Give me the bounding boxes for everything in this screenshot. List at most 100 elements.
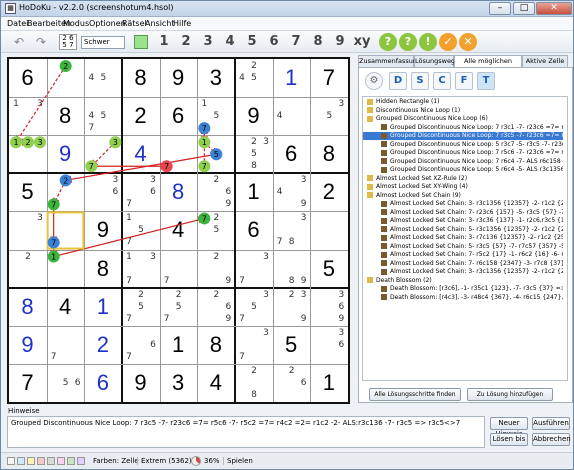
filter-digit-2[interactable]: 2 bbox=[177, 33, 195, 51]
cancel-button[interactable]: Abbrechen bbox=[532, 433, 571, 446]
color-swatch[interactable] bbox=[57, 457, 65, 465]
given-cell[interactable]: 6 bbox=[9, 59, 46, 96]
step-group[interactable]: Discontinuous Nice Loop (1) bbox=[363, 107, 563, 115]
filter-xy[interactable]: xy bbox=[351, 33, 373, 51]
color-swatch[interactable] bbox=[37, 457, 45, 465]
given-cell[interactable]: 4 bbox=[160, 211, 197, 248]
step-item[interactable]: Grouped Discontinuous Nice Loop: 5 r6c4 … bbox=[363, 166, 563, 174]
given-cell[interactable]: 5 bbox=[310, 250, 347, 287]
tab-solution-path[interactable]: Lösungsweg bbox=[414, 55, 455, 67]
menu-optionen[interactable]: Optionen bbox=[89, 19, 126, 28]
filter-digit-5[interactable]: 5 bbox=[243, 33, 261, 51]
maximize-button[interactable]: □ bbox=[513, 2, 535, 15]
add-to-solution-button[interactable]: Zu Lösung hinzufügen bbox=[467, 388, 553, 401]
given-cell[interactable]: 3 bbox=[160, 364, 197, 401]
given-cell[interactable]: 1 bbox=[160, 326, 197, 363]
given-cell[interactable]: 2 bbox=[122, 97, 159, 134]
given-cell[interactable]: 1 bbox=[310, 364, 347, 401]
step-group[interactable]: Hidden Rectangle (1) bbox=[363, 98, 563, 106]
color-filter-icon[interactable] bbox=[134, 35, 148, 49]
step-item[interactable]: Grouped Discontinuous Nice Loop: 7 r3c1 … bbox=[363, 124, 563, 132]
filter-digit-1[interactable]: 1 bbox=[155, 33, 173, 51]
execute-button[interactable]: Ausführen bbox=[532, 417, 570, 430]
given-cell[interactable]: 5 bbox=[273, 326, 310, 363]
step-item[interactable]: Almost Locked Set Chain: 3- r3c36 {137} … bbox=[363, 217, 563, 225]
given-cell[interactable]: 6 bbox=[235, 211, 272, 248]
step-item[interactable]: Grouped Discontinuous Nice Loop: 7 r3c5 … bbox=[363, 132, 563, 140]
solved-cell[interactable]: 1 bbox=[273, 59, 310, 96]
solved-cell[interactable]: 8 bbox=[160, 173, 197, 210]
step-group[interactable]: Almost Locked Set XZ-Rule (2) bbox=[363, 175, 563, 183]
color-swatch[interactable] bbox=[77, 457, 85, 465]
solved-cell[interactable]: 4 bbox=[122, 135, 159, 172]
step-item[interactable]: Death Blossom: [r3c6], -1- r35c1 {123}, … bbox=[363, 285, 563, 293]
step-item[interactable]: Almost Locked Set Chain: 7- r6c158 {2347… bbox=[363, 260, 563, 268]
given-cell[interactable]: 9 bbox=[160, 59, 197, 96]
solved-cell[interactable]: 2 bbox=[84, 326, 121, 363]
step-group[interactable]: Almost Locked Set Chain (9) bbox=[363, 192, 563, 200]
given-cell[interactable]: 4 bbox=[197, 364, 234, 401]
solved-cell[interactable]: 1 bbox=[84, 288, 121, 325]
given-cell[interactable]: 9 bbox=[235, 97, 272, 134]
filter-t-icon[interactable]: T bbox=[477, 72, 495, 90]
color-swatch[interactable] bbox=[7, 457, 15, 465]
hint-question-2-icon[interactable]: ? bbox=[399, 33, 417, 51]
given-cell[interactable]: 7 bbox=[9, 364, 46, 401]
menu-ansicht[interactable]: Ansicht bbox=[145, 19, 175, 28]
solved-cell[interactable]: 9 bbox=[9, 326, 46, 363]
solved-cell[interactable]: 8 bbox=[9, 288, 46, 325]
color-swatch[interactable] bbox=[67, 457, 75, 465]
redo-icon[interactable]: ↷ bbox=[33, 34, 49, 50]
filter-d-icon[interactable]: D bbox=[389, 72, 407, 90]
given-cell[interactable]: 6 bbox=[160, 97, 197, 134]
step-group[interactable]: Almost Locked Set XY-Wing (4) bbox=[363, 183, 563, 191]
filter-s-icon[interactable]: S bbox=[411, 72, 429, 90]
given-cell[interactable]: 8 bbox=[84, 250, 121, 287]
step-item[interactable]: Death Blossom: [r4c3], -3- r48c4 {367}, … bbox=[363, 294, 563, 302]
filter-f-icon[interactable]: F bbox=[455, 72, 473, 90]
minimize-button[interactable]: – bbox=[489, 2, 511, 15]
steps-tree[interactable]: Hidden Rectangle (1) Discontinuous Nice L… bbox=[362, 96, 568, 381]
given-cell[interactable]: 8 bbox=[47, 97, 84, 134]
given-cell[interactable]: 2 bbox=[310, 173, 347, 210]
hint-question-icon[interactable]: ? bbox=[379, 33, 397, 51]
solved-cell[interactable]: 9 bbox=[47, 135, 84, 172]
given-cell[interactable]: 1 bbox=[235, 173, 272, 210]
menu-datei[interactable]: Datei bbox=[7, 19, 28, 28]
undo-icon[interactable]: ↶ bbox=[11, 34, 27, 50]
close-button[interactable]: ✕ bbox=[536, 2, 572, 15]
given-cell[interactable]: 8 bbox=[310, 135, 347, 172]
given-cell[interactable]: 9 bbox=[122, 364, 159, 401]
step-item[interactable]: Grouped Discontinuous Nice Loop: 7 r6c4 … bbox=[363, 158, 563, 166]
filter-digit-9[interactable]: 9 bbox=[331, 33, 349, 51]
filter-digit-6[interactable]: 6 bbox=[265, 33, 283, 51]
color-swatch[interactable] bbox=[27, 457, 35, 465]
solved-cell[interactable]: 6 bbox=[84, 364, 121, 401]
hint-exclaim-icon[interactable]: ! bbox=[419, 33, 437, 51]
filter-digit-3[interactable]: 3 bbox=[199, 33, 217, 51]
color-swatch[interactable] bbox=[17, 457, 25, 465]
sudoku-board[interactable]: 2123377771527771 68937826968512946854185… bbox=[7, 57, 350, 404]
step-group[interactable]: Death Blossom (2) bbox=[363, 277, 563, 285]
step-group[interactable]: Grouped Discontinuous Nice Loop (6) bbox=[363, 115, 563, 123]
solve-until-button[interactable]: Lösen bis bbox=[490, 433, 528, 446]
step-item[interactable]: Almost Locked Set Chain: 3- r3c1356 {123… bbox=[363, 200, 563, 208]
step-item[interactable]: Almost Locked Set Chain: 3- r7c136 {1235… bbox=[363, 234, 563, 242]
given-cell[interactable]: 8 bbox=[197, 326, 234, 363]
color-swatch[interactable] bbox=[47, 457, 55, 465]
settings-gear-icon[interactable]: ⚙ bbox=[365, 72, 383, 90]
menu-raetsel[interactable]: Rätsel bbox=[122, 19, 147, 28]
new-hint-button[interactable]: Neuer Hinweis bbox=[490, 417, 528, 438]
given-cell[interactable]: 6 bbox=[273, 135, 310, 172]
menu-modus[interactable]: Modus bbox=[63, 19, 89, 28]
find-all-steps-button[interactable]: Alle Lösungsschritte finden bbox=[369, 388, 461, 401]
reset-icon[interactable]: ✕ bbox=[459, 33, 477, 51]
step-item[interactable]: Almost Locked Set Chain: 5- r3c5 {57} -7… bbox=[363, 243, 563, 251]
step-item[interactable]: Almost Locked Set Chain: 7- r5c2 {17} -1… bbox=[363, 251, 563, 259]
step-item[interactable]: Almost Locked Set Chain: 5- r3c1356 {123… bbox=[363, 226, 563, 234]
candidates-toggle-icon[interactable]: 2 65 7 bbox=[59, 34, 77, 50]
step-item[interactable]: Grouped Discontinuous Nice Loop: 5 r3c7 … bbox=[363, 141, 563, 149]
filter-digit-8[interactable]: 8 bbox=[309, 33, 327, 51]
tab-summary[interactable]: Zusammenfassung bbox=[358, 55, 421, 67]
filter-c-icon[interactable]: C bbox=[433, 72, 451, 90]
